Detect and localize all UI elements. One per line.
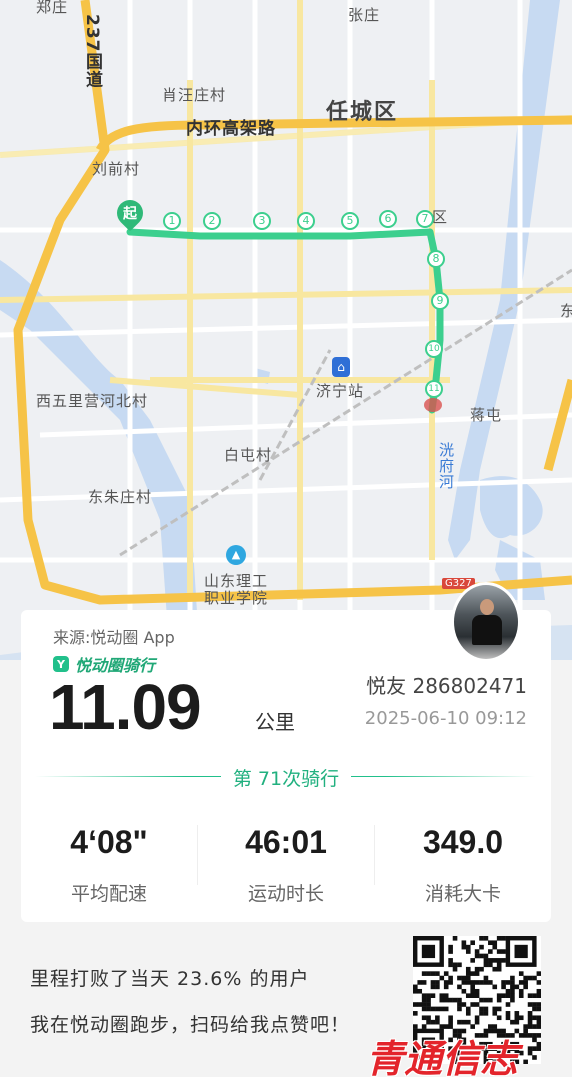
km-marker: 11 xyxy=(425,380,443,398)
start-marker[interactable]: 起 xyxy=(111,194,149,232)
map-label-taofuhe: 洸府河 xyxy=(437,442,455,490)
stat-calories-value: 349.0 xyxy=(422,824,504,860)
km-marker: 8 xyxy=(427,250,445,268)
route-map[interactable]: 郑庄 237国道 张庄 肖汪庄村 任城区 内环高架路 刘前村 区 西五里营河北村… xyxy=(0,0,572,660)
ride-count: 第 71次骑行 xyxy=(221,764,351,791)
map-label-baituncun: 白屯村 xyxy=(224,446,273,464)
km-marker: 7 xyxy=(416,210,434,228)
km-marker: 3 xyxy=(253,212,271,230)
stat-duration: 46:01 运动时长 xyxy=(198,824,374,906)
watermark-logo: 青通信志 xyxy=(366,1037,519,1077)
map-label-neihuan: 内环高架路 xyxy=(186,119,276,139)
distance-value: 11.09 xyxy=(49,671,202,743)
map-label-qu: 区 xyxy=(432,208,449,226)
km-marker: 5 xyxy=(341,212,359,230)
map-label-east: 东 xyxy=(560,302,572,320)
map-label-rencheng: 任城区 xyxy=(326,100,399,125)
ride-datetime: 2025-06-10 09:12 xyxy=(364,708,527,729)
start-marker-label: 起 xyxy=(123,206,137,222)
source-text: 来源:悦动圈 App xyxy=(53,628,175,647)
map-label-zhengzhuang: 郑庄 xyxy=(36,0,69,16)
stat-calories-label: 消耗大卡 xyxy=(424,883,501,905)
map-label-xiaowangzhuangcun: 肖汪庄村 xyxy=(162,86,227,104)
stat-calories: 349.0 消耗大卡 xyxy=(375,824,551,906)
share-text: 我在悦动圈跑步，扫码给我点赞吧！ xyxy=(30,1014,351,1036)
school-icon: ▲ xyxy=(226,545,246,565)
stat-pace: 4‘08" 平均配速 xyxy=(21,824,197,906)
ride-summary-card: 来源:悦动圈 App Y 悦动圈骑行 11.09 公里 悦友 286802471… xyxy=(21,582,551,922)
rank-text: 里程打败了当天 23.6% 的用户 xyxy=(30,968,310,990)
km-marker: 10 xyxy=(425,340,443,358)
map-label-dongzhucun: 东朱庄村 xyxy=(88,488,153,506)
train-station-icon: ⌂ xyxy=(332,357,350,377)
map-canvas xyxy=(0,0,572,660)
avatar[interactable] xyxy=(451,582,521,662)
km-marker: 6 xyxy=(379,210,397,228)
map-label-g237: 237国道 xyxy=(82,14,102,89)
km-marker: 4 xyxy=(297,212,315,230)
km-marker: 1 xyxy=(163,212,181,230)
stat-duration-label: 运动时长 xyxy=(247,883,324,905)
stat-pace-value: 4‘08" xyxy=(70,824,148,860)
distance-unit: 公里 xyxy=(255,710,295,734)
map-label-jiningzhan: 济宁站 xyxy=(316,382,365,400)
map-label-liuqiancun: 刘前村 xyxy=(92,160,141,178)
map-label-xiwulibei: 西五里营河北村 xyxy=(36,392,149,410)
map-label-zhangzhuang: 张庄 xyxy=(348,6,381,24)
km-marker: 2 xyxy=(203,212,221,230)
map-label-jiangtun: 蒋屯 xyxy=(470,406,503,424)
end-marker[interactable] xyxy=(424,398,442,412)
stat-pace-label: 平均配速 xyxy=(70,883,147,905)
stat-duration-value: 46:01 xyxy=(245,824,327,860)
km-marker: 9 xyxy=(431,292,449,310)
username: 悦友 286802471 xyxy=(366,674,527,698)
map-label-zhiye: 职业学院 xyxy=(204,589,269,607)
